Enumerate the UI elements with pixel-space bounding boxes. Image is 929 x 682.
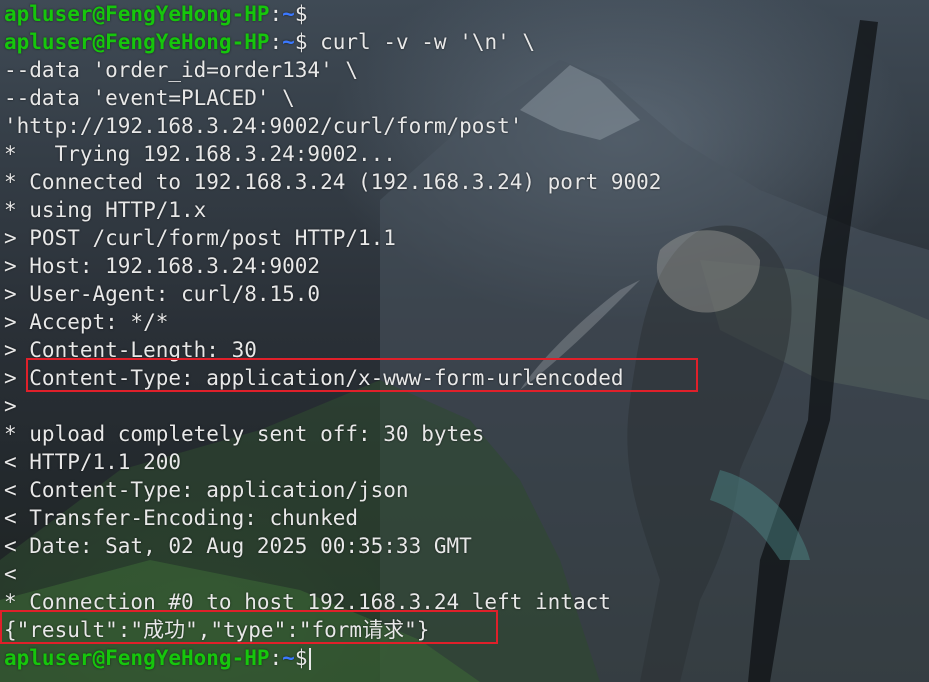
highlight-box-content-type — [26, 358, 698, 392]
text-cursor — [309, 648, 312, 670]
output-line: > POST /curl/form/post HTTP/1.1 — [4, 226, 396, 250]
prompt-path: ~ — [282, 646, 295, 670]
prompt-path: ~ — [282, 2, 295, 26]
output-line: * using HTTP/1.x — [4, 198, 207, 222]
highlight-box-response-body — [0, 610, 498, 644]
output-line: --data 'event=PLACED' \ — [4, 86, 295, 110]
output-line: > — [4, 394, 17, 418]
prompt-dollar: $ — [294, 646, 308, 670]
prompt-line: apluser@FengYeHong-HP:~$ — [4, 0, 661, 28]
prompt-user: apluser@FengYeHong-HP — [4, 2, 270, 26]
output-line: * upload completely sent off: 30 bytes — [4, 422, 485, 446]
prompt-colon: : — [269, 646, 283, 670]
output-line: < Content-Type: application/json — [4, 478, 409, 502]
output-line: 'http://192.168.3.24:9002/curl/form/post… — [4, 114, 523, 138]
prompt-user: apluser@FengYeHong-HP — [4, 646, 270, 670]
command-text: curl -v -w '\n' \ — [307, 30, 536, 54]
output-line: < Date: Sat, 02 Aug 2025 00:35:33 GMT — [4, 534, 472, 558]
output-line: * Connected to 192.168.3.24 (192.168.3.2… — [4, 170, 662, 194]
output-line: * Trying 192.168.3.24:9002... — [4, 142, 396, 166]
output-line: > Accept: */* — [4, 310, 169, 334]
output-line: < Transfer-Encoding: chunked — [4, 506, 359, 530]
prompt-colon: : — [269, 2, 283, 26]
output-line: --data 'order_id=order134' \ — [4, 58, 359, 82]
command-line: apluser@FengYeHong-HP:~$ curl -v -w '\n'… — [4, 28, 661, 56]
prompt-path: ~ — [282, 30, 295, 54]
prompt-user: apluser@FengYeHong-HP — [4, 30, 270, 54]
output-line: > Host: 192.168.3.24:9002 — [4, 254, 321, 278]
prompt-dollar: $ — [294, 2, 308, 26]
output-line: < — [4, 562, 17, 586]
prompt-colon: : — [269, 30, 283, 54]
terminal-window[interactable]: apluser@FengYeHong-HP:~$ apluser@FengYeH… — [0, 0, 929, 682]
output-line: > User-Agent: curl/8.15.0 — [4, 282, 321, 306]
output-line: < HTTP/1.1 200 — [4, 450, 182, 474]
active-prompt-line[interactable]: apluser@FengYeHong-HP:~$ — [4, 644, 661, 672]
prompt-dollar: $ — [294, 30, 308, 54]
terminal-output[interactable]: apluser@FengYeHong-HP:~$ apluser@FengYeH… — [4, 0, 661, 672]
